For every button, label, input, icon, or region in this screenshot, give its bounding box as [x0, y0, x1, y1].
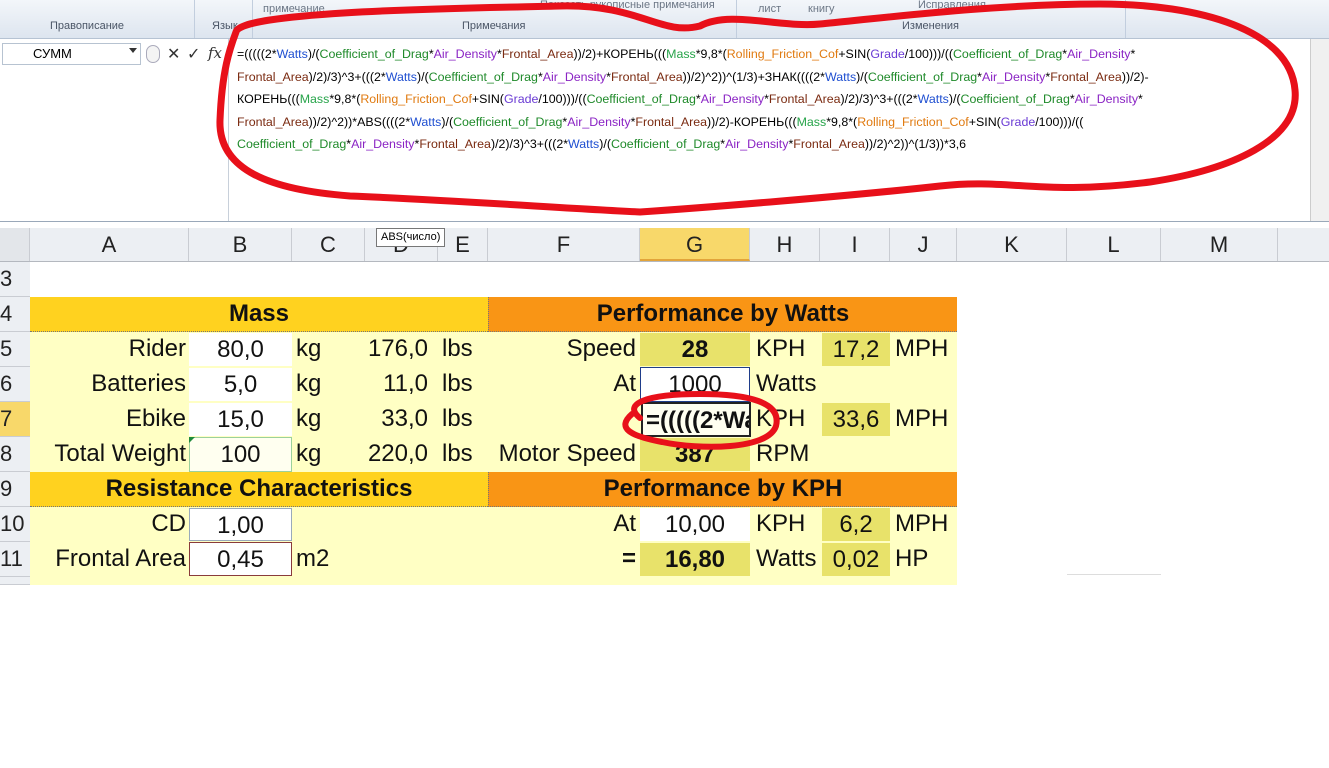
annotation-loop-cell — [622, 390, 780, 450]
red-annotation-layer — [216, 0, 1299, 450]
annotation-loop-formula — [216, 0, 1299, 216]
